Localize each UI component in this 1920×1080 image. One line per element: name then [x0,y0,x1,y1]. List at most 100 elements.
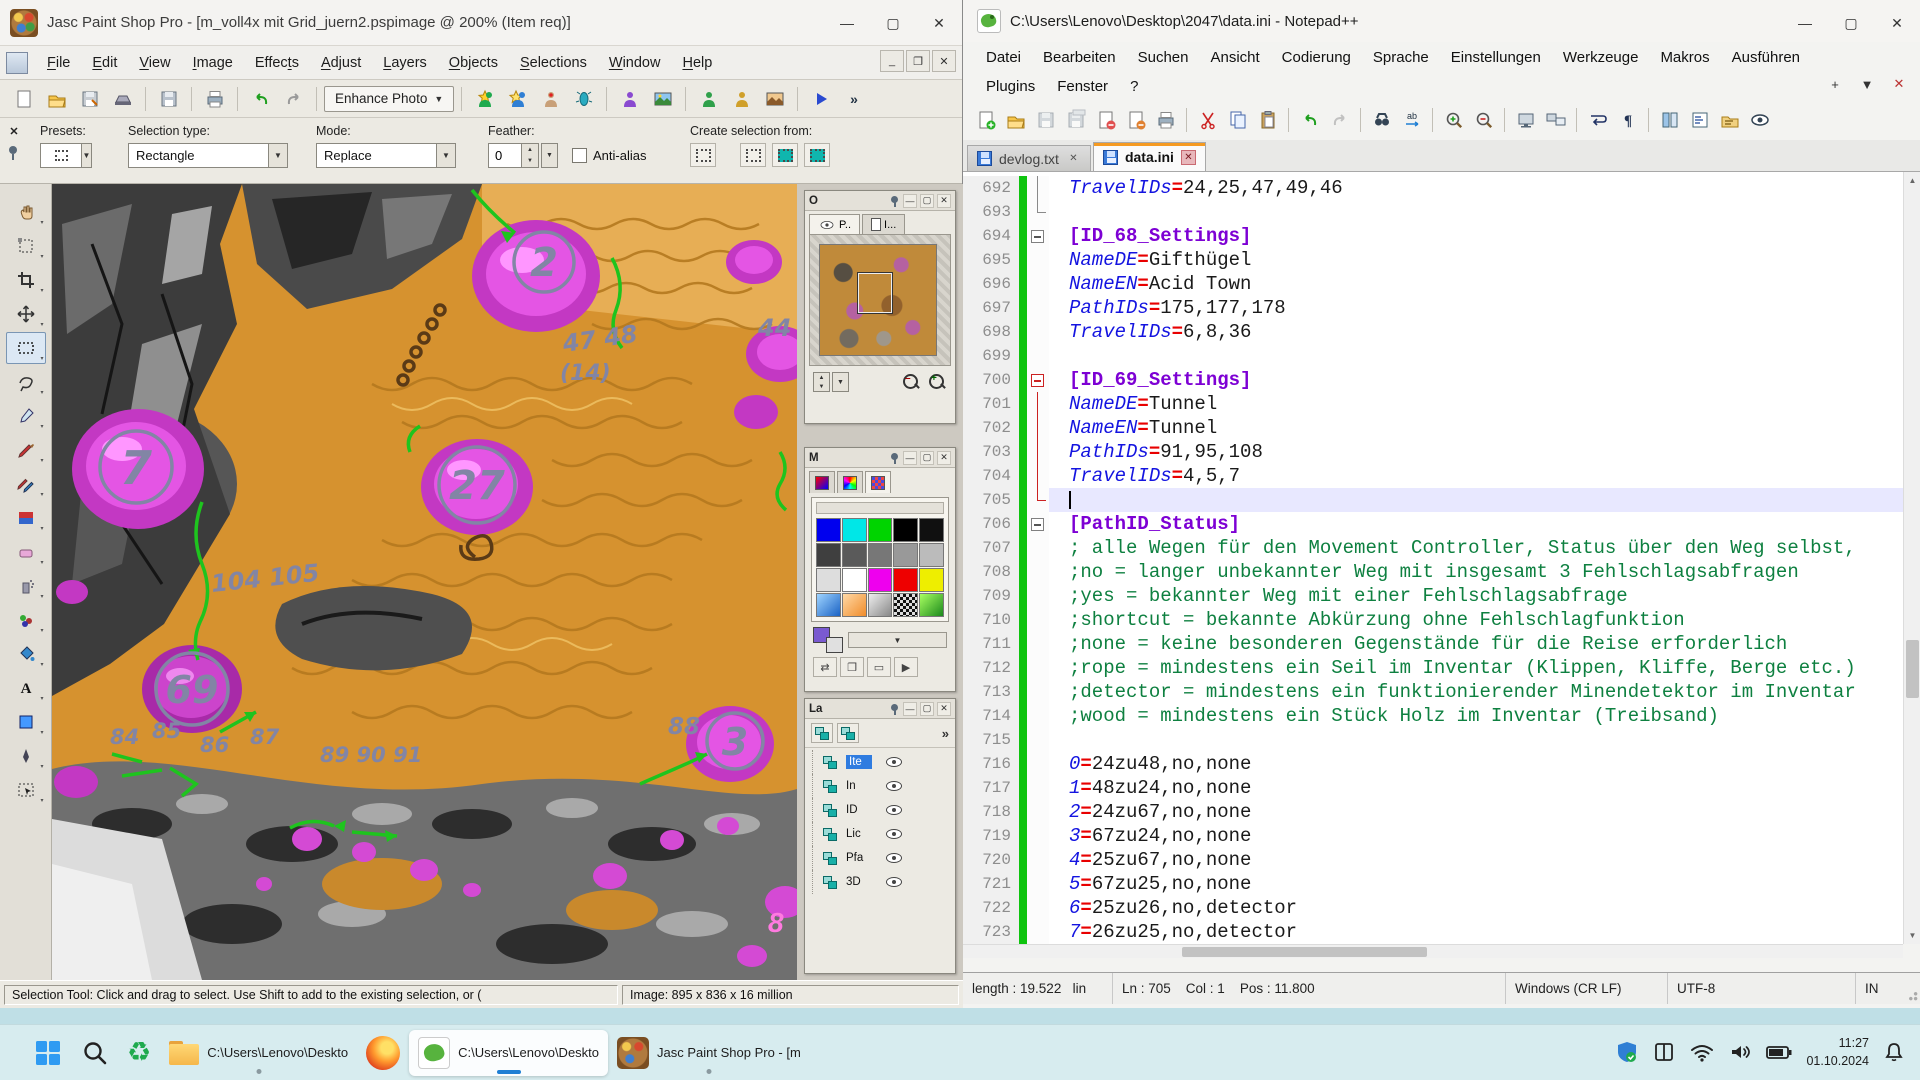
tool-pan[interactable]: ▾ [6,196,46,228]
code-text[interactable]: TravelIDs=6,8,36 [1049,320,1903,344]
wifi-icon[interactable] [1689,1040,1715,1064]
open-icon[interactable] [41,84,72,113]
fold-collapse-icon[interactable] [1031,518,1044,531]
materials-tab-rainbow[interactable] [837,471,863,493]
npp-menu-werkzeuge[interactable]: Werkzeuge [1552,45,1650,70]
psp-close-icon[interactable]: ✕ [916,0,962,46]
speaker-icon[interactable] [1728,1040,1752,1064]
layers-pin-icon[interactable] [890,703,900,715]
fold-margin[interactable] [1027,416,1049,440]
editor-line-698[interactable]: 698TravelIDs=6,8,36 [963,320,1903,344]
psp-menu-view[interactable]: View [128,50,181,76]
code-text[interactable]: ;wood = mindestens ein Stück Holz im Inv… [1049,704,1903,728]
tool-object-selector[interactable]: ▾ [6,774,46,806]
npp-menu-bearbeiten[interactable]: Bearbeiten [1032,45,1127,70]
fold-margin[interactable] [1027,824,1049,848]
code-text[interactable]: [ID_69_Settings] [1049,368,1903,392]
fold-margin[interactable] [1027,344,1049,368]
more-icon[interactable]: » [838,84,869,113]
enhance-photo-button[interactable]: Enhance Photo▼ [324,86,454,112]
create-selection-layer-button[interactable] [772,143,798,167]
mode-dropdown[interactable]: Replace ▼ [316,143,456,168]
layer-row-3d[interactable]: 3D [805,870,955,894]
layers-more-icon[interactable]: » [942,726,949,741]
create-selection-float-button[interactable] [740,143,766,167]
editor-line-708[interactable]: 708;no = langer unbekannter Weg mit insg… [963,560,1903,584]
fold-margin[interactable] [1027,224,1049,248]
materials-close-icon[interactable]: ✕ [937,451,951,465]
layer-visibility-icon[interactable] [885,827,903,841]
editor-line-712[interactable]: 712;rope = mindestens ein Seil im Invent… [963,656,1903,680]
battery-icon[interactable] [1765,1040,1793,1064]
code-text[interactable]: NameDE=Tunnel [1049,392,1903,416]
materials-maximize-icon[interactable]: ▢ [920,451,934,465]
editor-line-707[interactable]: 707; alle Wegen für den Movement Control… [963,536,1903,560]
psp-menu-window[interactable]: Window [598,50,672,76]
materials-pin-icon[interactable] [890,452,900,464]
clock[interactable]: 11:27 01.10.2024 [1806,1034,1869,1070]
npp-menu-sprache[interactable]: Sprache [1362,45,1440,70]
npp-menu-einstellungen[interactable]: Einstellungen [1440,45,1552,70]
layer-visibility-icon[interactable] [885,875,903,889]
fold-margin[interactable] [1027,632,1049,656]
code-text[interactable]: ;detector = mindestens ein funktionieren… [1049,680,1903,704]
npp-menu-suchen[interactable]: Suchen [1127,45,1200,70]
tool-pen[interactable]: ▾ [6,740,46,772]
color-swatch-7[interactable] [868,543,893,567]
color-swatch-18[interactable] [893,593,918,617]
tool-flyout-arrow-icon[interactable]: ▾ [40,661,43,668]
materials-copy-icon[interactable]: ❐ [840,657,864,677]
materials-delete-icon[interactable]: ▭ [867,657,891,677]
materials-tab-frame[interactable] [809,471,835,493]
editor-line-702[interactable]: 702NameEN=Tunnel [963,416,1903,440]
save-icon[interactable] [153,84,184,113]
new-page-icon[interactable] [8,84,39,113]
color-swatch-12[interactable] [868,568,893,592]
code-text[interactable]: PathIDs=175,177,178 [1049,296,1903,320]
status-eol-format[interactable]: Windows (CR LF) [1506,973,1668,1004]
fold-margin[interactable] [1027,488,1049,512]
pilcrow-icon[interactable]: ¶ [1613,106,1642,135]
fold-margin[interactable] [1027,272,1049,296]
copy-icon[interactable] [1223,106,1252,135]
color-swatch-1[interactable] [842,518,867,542]
start-button[interactable] [24,1030,72,1076]
editor-line-692[interactable]: 692TravelIDs=24,25,47,49,46 [963,176,1903,200]
tool-flyout-arrow-icon[interactable]: ▾ [40,219,43,226]
presets-dropdown[interactable]: ▼ [40,143,92,168]
fold-margin[interactable] [1027,440,1049,464]
layer-visibility-icon[interactable] [885,803,903,817]
feather-down-icon[interactable]: ▼ [522,156,538,168]
tab-data-ini[interactable]: data.ini ✕ [1093,142,1206,171]
feather-up-icon[interactable]: ▲ [522,144,538,156]
layers-minimize-icon[interactable]: — [903,702,917,716]
tool-deform[interactable]: ▾ [6,230,46,262]
overview-viewport-rect[interactable] [858,273,892,313]
tool-eraser[interactable]: ▾ [6,536,46,568]
person-gold-icon[interactable] [726,84,757,113]
code-text[interactable]: 0=24zu48,no,none [1049,752,1903,776]
color-swatch-6[interactable] [842,543,867,567]
resize-grip[interactable] [1906,989,1918,1001]
search-button[interactable] [72,1030,118,1076]
tool-paintbrush[interactable]: ▾ [6,434,46,466]
npp-menu-ausführen[interactable]: Ausführen [1721,45,1811,70]
code-text[interactable]: 4=25zu67,no,none [1049,848,1903,872]
psp-menu-selections[interactable]: Selections [509,50,598,76]
layer-row-lic[interactable]: Lic [805,822,955,846]
tool-flyout-arrow-icon[interactable]: ▾ [40,593,43,600]
status-encoding[interactable]: UTF-8 [1668,973,1856,1004]
code-text[interactable]: NameDE=Gifthügel [1049,248,1903,272]
func-list-icon[interactable] [1685,106,1714,135]
code-text[interactable]: 7=26zu25,no,detector [1049,920,1903,944]
layer-row-ite[interactable]: Ite [805,750,955,774]
tool-flyout-arrow-icon[interactable]: ▾ [40,423,43,430]
color-swatch-17[interactable] [868,593,893,617]
layer-row-in[interactable]: In [805,774,955,798]
color-swatch-4[interactable] [919,518,944,542]
feather-spinner[interactable]: 0 ▲ ▼ ▼ [488,143,558,168]
mdi-restore-icon[interactable]: ❐ [906,50,930,72]
code-text[interactable]: NameEN=Tunnel [1049,416,1903,440]
open-icon[interactable] [1001,106,1030,135]
import-icon[interactable] [74,84,105,113]
